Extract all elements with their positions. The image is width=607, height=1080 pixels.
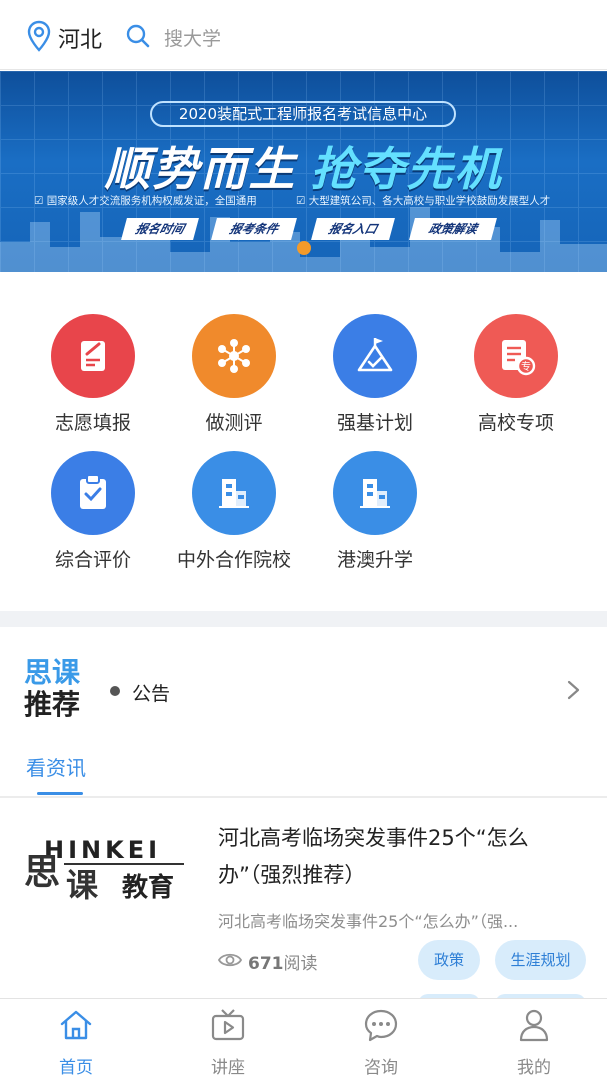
section-divider [0, 611, 607, 627]
user-icon [519, 1009, 549, 1042]
building-icon [333, 451, 417, 535]
top-bar: 河北 搜大学 [0, 0, 607, 70]
nav-consult[interactable]: 咨询 [321, 999, 441, 1078]
bottom-navigation: 首页 讲座 咨询 我的 [0, 998, 607, 1080]
read-count-suffix: 阅读 [283, 954, 318, 974]
document-badge-icon: 专 [474, 314, 558, 398]
banner-sub-right: ☑ 大型建筑公司、各大高校与职业学校鼓励发展型人才 [296, 195, 551, 207]
article-thumbnail[interactable]: HINKEI 思 课 教育 [24, 826, 184, 908]
banner-headline-right: 抢夺先机 [310, 142, 503, 196]
notice-label[interactable]: 公告 [132, 679, 170, 706]
feature-label: 高校专项 [477, 412, 554, 434]
tag-chip-policy[interactable]: 政策 [418, 940, 480, 980]
tab-active-indicator [37, 792, 83, 795]
tag-chip-career[interactable]: 生涯规划 [495, 940, 586, 980]
feature-hk-macau[interactable]: 港澳升学 [305, 451, 445, 572]
read-count: 671阅读 [248, 949, 318, 974]
nav-profile[interactable]: 我的 [474, 999, 594, 1078]
feature-label: 中外合作院校 [176, 549, 291, 571]
banner-pill: 2020装配式工程师报名考试信息中心 [150, 101, 456, 127]
thumb-text-mid: 课 [66, 866, 99, 904]
promo-banner[interactable]: 2020装配式工程师报名考试信息中心 顺势而生 抢夺先机 ☑ 国家级人才交流服务机… [0, 71, 607, 272]
nav-label: 我的 [517, 1058, 551, 1078]
banner-tag[interactable]: 政策解读 [409, 218, 497, 240]
nav-home[interactable]: 首页 [16, 999, 136, 1078]
tv-play-icon [211, 1009, 245, 1041]
feature-label: 做测评 [205, 412, 263, 434]
banner-headline: 顺势而生 抢夺先机 [0, 133, 607, 199]
mountain-flag-icon [333, 314, 417, 398]
banner-tag[interactable]: 报名时间 [121, 218, 199, 240]
form-edit-icon [51, 314, 135, 398]
banner-headline-left: 顺势而生 [104, 142, 297, 196]
bullet-dot [110, 686, 120, 696]
article-title[interactable]: 河北高考临场突发事件25个“怎么办”（强烈推荐） [218, 820, 584, 894]
feature-strong-base[interactable]: 强基计划 [305, 314, 445, 435]
thumb-text-right: 教育 [122, 872, 174, 903]
banner-sub-left-text: 国家级人才交流服务机构权威发证，全国通用 [46, 195, 257, 207]
banner-sub-left: ☑ 国家级人才交流服务机构权威发证，全国通用 [34, 195, 257, 207]
thumb-text-top: HINKEI [44, 836, 161, 864]
banner-city-skyline [0, 207, 607, 272]
logo-line-2: 推荐 [24, 688, 80, 718]
feature-assessment[interactable]: 做测评 [164, 314, 304, 435]
tab-divider [0, 796, 607, 798]
feature-label: 综合评价 [54, 549, 131, 571]
feature-volunteer-fill[interactable]: 志愿填报 [23, 314, 163, 435]
article-summary[interactable]: 河北高考临场突发事件25个“怎么办”（强... [218, 908, 568, 932]
location-label[interactable]: 河北 [58, 22, 102, 54]
feature-university-special[interactable]: 专 高校专项 [446, 314, 586, 435]
banner-tag[interactable]: 报考条件 [211, 218, 297, 240]
feature-label: 港澳升学 [336, 549, 413, 571]
feature-label: 志愿填报 [54, 412, 131, 434]
search-input[interactable]: 搜大学 [164, 24, 221, 51]
banner-tag[interactable]: 报名入口 [311, 218, 395, 240]
clipboard-check-icon [51, 451, 135, 535]
nav-label: 咨询 [364, 1058, 398, 1078]
home-icon [60, 1010, 92, 1040]
eye-icon [218, 953, 242, 967]
nav-label: 首页 [59, 1058, 93, 1078]
nav-lectures[interactable]: 讲座 [168, 999, 288, 1078]
svg-text:专: 专 [521, 360, 531, 373]
nav-label: 讲座 [211, 1058, 245, 1078]
tab-news[interactable]: 看资讯 [26, 752, 86, 781]
network-icon [192, 314, 276, 398]
location-pin-icon[interactable] [26, 20, 52, 52]
carousel-dot-active[interactable] [297, 241, 311, 255]
siko-recommend-logo: 思课 推荐 [24, 656, 81, 718]
read-count-number: 671 [248, 954, 284, 974]
chat-bubble-icon [364, 1009, 398, 1042]
banner-sub-right-text: 大型建筑公司、各大高校与职业学校鼓励发展型人才 [308, 195, 551, 207]
feature-sino-foreign[interactable]: 中外合作院校 [164, 451, 304, 572]
feature-comprehensive-eval[interactable]: 综合评价 [23, 451, 163, 572]
building-icon [192, 451, 276, 535]
search-icon[interactable] [125, 23, 151, 49]
logo-line-1: 思课 [24, 656, 81, 689]
chevron-right-icon[interactable] [566, 680, 582, 700]
feature-label: 强基计划 [336, 412, 413, 434]
thumb-text-left: 思 [24, 852, 60, 893]
